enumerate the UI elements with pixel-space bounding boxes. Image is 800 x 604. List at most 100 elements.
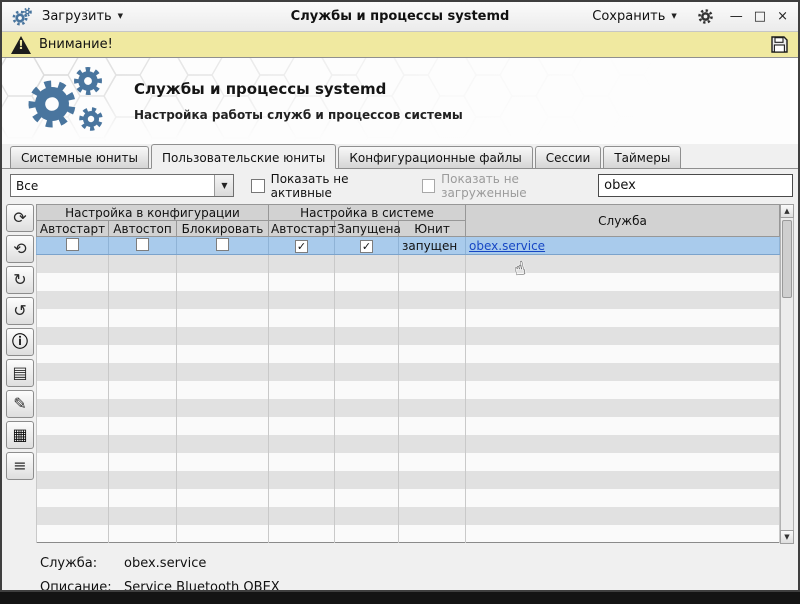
table-row-empty[interactable]	[37, 453, 780, 471]
warning-message: Внимание!	[39, 37, 113, 52]
tab-user-units[interactable]: Пользовательские юниты	[151, 144, 336, 169]
column-header-unit[interactable]: Юнит	[399, 221, 466, 237]
chevron-down-icon: ▼	[221, 182, 227, 190]
save-button-label: Сохранить	[592, 9, 665, 24]
undo-button[interactable]: ↺	[6, 297, 34, 325]
edit-button[interactable]: ✎	[6, 390, 34, 418]
table-row-empty[interactable]	[37, 273, 780, 291]
table-body: ✓ ✓ запущен obex.service	[37, 237, 780, 543]
table-row-empty[interactable]	[37, 345, 780, 363]
table-row-empty[interactable]	[37, 435, 780, 453]
description-label: Описание:	[40, 580, 124, 592]
table-row-empty[interactable]	[37, 291, 780, 309]
app-window: Загрузить ▼ Службы и процессы systemd Со…	[0, 0, 800, 592]
unit-filter-select[interactable]: Все ▼	[10, 174, 234, 197]
undo-icon: ↺	[13, 303, 26, 319]
units-table: Настройка в конфигурации Настройка в сис…	[36, 204, 780, 543]
maximize-button[interactable]: □	[754, 10, 766, 23]
hero-header: Службы и процессы systemd Настройка рабо…	[2, 58, 798, 144]
warning-triangle-icon: !	[11, 36, 31, 54]
main-area: ⟳ ⟲ ↻ ↺ ⓘ ▤ ✎ ▦ ≡ Настройка в конфигурац…	[2, 202, 798, 544]
close-button[interactable]: ×	[777, 10, 788, 23]
units-table-wrap: Настройка в конфигурации Настройка в сис…	[36, 204, 780, 543]
page-title: Службы и процессы systemd	[134, 80, 463, 98]
checkbox-sys-running[interactable]: ✓	[360, 240, 373, 253]
table-row-empty[interactable]	[37, 309, 780, 327]
titlebar: Загрузить ▼ Службы и процессы systemd Со…	[2, 2, 798, 32]
show-unloaded-label: Показать не загруженные	[441, 172, 598, 200]
column-header-sys-running[interactable]: Запущена	[335, 221, 399, 237]
table-row-empty[interactable]	[37, 417, 780, 435]
tab-bar: Системные юниты Пользовательские юниты К…	[2, 144, 798, 169]
table-row-empty[interactable]	[37, 471, 780, 489]
table-row-empty[interactable]	[37, 399, 780, 417]
table-row-selected[interactable]: ✓ ✓ запущен obex.service	[37, 237, 780, 255]
table-row-empty[interactable]	[37, 525, 780, 543]
show-inactive-label: Показать не активные	[271, 172, 405, 200]
app-gears-icon	[12, 7, 32, 27]
info-icon: ⓘ	[12, 334, 28, 350]
checkbox-box[interactable]	[422, 179, 435, 193]
table-row-empty[interactable]	[37, 255, 780, 273]
unit-filter-value: Все	[11, 175, 214, 196]
settings-gear-icon[interactable]	[697, 8, 714, 25]
column-header-conf-block[interactable]: Блокировать	[177, 221, 269, 237]
load-button[interactable]: Загрузить ▼	[38, 7, 127, 26]
table-row-empty[interactable]	[37, 507, 780, 525]
log-button[interactable]: ▦	[6, 421, 34, 449]
save-file-icon[interactable]	[770, 35, 789, 54]
tab-system-units[interactable]: Системные юниты	[10, 146, 149, 168]
warning-bar: ! Внимание!	[2, 32, 798, 58]
chevron-down-icon: ▼	[671, 13, 676, 20]
refresh-button[interactable]: ⟳	[6, 204, 34, 232]
unit-status-cell: запущен	[399, 237, 466, 255]
scroll-up-button[interactable]: ▲	[780, 204, 794, 218]
checkbox-conf-block[interactable]	[216, 238, 229, 251]
vertical-scrollbar[interactable]: ▲ ▼	[780, 204, 794, 544]
show-inactive-checkbox[interactable]: Показать не активные	[251, 172, 404, 200]
document-button[interactable]: ▤	[6, 359, 34, 387]
service-label: Служба:	[40, 556, 124, 571]
details-panel: Служба: obex.service Описание: Service B…	[2, 544, 798, 592]
column-header-conf-autostop[interactable]: Автостоп	[109, 221, 177, 237]
scroll-down-icon: ▼	[784, 534, 789, 541]
service-link[interactable]: obex.service	[469, 239, 545, 253]
scrollbar-thumb[interactable]	[782, 220, 792, 298]
list-button[interactable]: ≡	[6, 452, 34, 480]
show-unloaded-checkbox[interactable]: Показать не загруженные	[422, 172, 598, 200]
redo-button[interactable]: ↻	[6, 266, 34, 294]
table-row-empty[interactable]	[37, 363, 780, 381]
tab-timers[interactable]: Таймеры	[603, 146, 681, 168]
redo-icon: ↻	[13, 272, 26, 288]
checkbox-conf-autostart[interactable]	[66, 238, 79, 251]
reload-icon: ⟲	[13, 241, 26, 257]
column-header-service[interactable]: Служба	[466, 205, 780, 237]
window-controls: — □ ×	[730, 10, 788, 23]
reload-button[interactable]: ⟲	[6, 235, 34, 263]
table-row-empty[interactable]	[37, 489, 780, 507]
checkbox-conf-autostop[interactable]	[136, 238, 149, 251]
column-header-sys-autostart[interactable]: Автостарт	[269, 221, 335, 237]
info-button[interactable]: ⓘ	[6, 328, 34, 356]
service-value: obex.service	[124, 556, 206, 571]
group-header-system: Настройка в системе	[269, 205, 466, 221]
save-button[interactable]: Сохранить ▼	[588, 7, 681, 26]
checkbox-box[interactable]	[251, 179, 264, 193]
document-icon: ▤	[12, 365, 27, 381]
filter-bar: Все ▼ Показать не активные Показать не з…	[2, 169, 798, 202]
tool-column: ⟳ ⟲ ↻ ↺ ⓘ ▤ ✎ ▦ ≡	[6, 204, 34, 480]
minimize-button[interactable]: —	[730, 10, 743, 23]
window-title: Службы и процессы systemd	[291, 9, 510, 24]
table-row-empty[interactable]	[37, 327, 780, 345]
tab-sessions[interactable]: Сессии	[535, 146, 602, 168]
table-row-empty[interactable]	[37, 381, 780, 399]
search-input[interactable]	[598, 174, 793, 197]
scrollbar-track[interactable]	[781, 218, 793, 530]
column-header-conf-autostart[interactable]: Автостарт	[37, 221, 109, 237]
select-dropdown-button[interactable]: ▼	[214, 175, 233, 196]
checkbox-sys-autostart[interactable]: ✓	[295, 240, 308, 253]
chevron-down-icon: ▼	[118, 13, 123, 20]
scroll-down-button[interactable]: ▼	[780, 530, 794, 544]
tab-config-files[interactable]: Конфигурационные файлы	[338, 146, 532, 168]
group-header-config: Настройка в конфигурации	[37, 205, 269, 221]
